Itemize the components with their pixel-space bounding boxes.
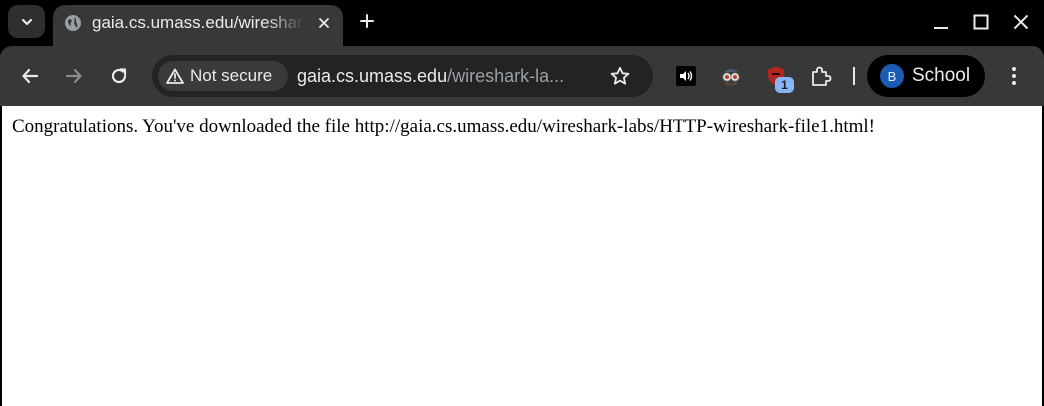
speaker-icon [676,66,696,86]
toolbar: Not secure gaia.cs.umass.edu/wireshark-l… [0,46,1044,106]
reload-button[interactable] [103,60,135,92]
active-tab[interactable]: gaia.cs.umass.edu/wireshark-labs/HTTP-wi… [53,5,343,46]
globe-icon [65,15,81,31]
tab-title: gaia.cs.umass.edu/wireshark-labs/HTTP-wi… [92,13,304,32]
extension-badge: 1 [775,77,794,93]
tab-strip: gaia.cs.umass.edu/wireshark-labs/HTTP-wi… [0,0,1044,46]
browser-window: gaia.cs.umass.edu/wireshark-labs/HTTP-wi… [0,0,1044,406]
page-text: Congratulations. You've downloaded the f… [12,116,875,137]
reload-icon [111,68,127,84]
extensions-menu-button[interactable] [807,62,835,90]
browser-menu-button[interactable] [1000,60,1028,92]
maximize-button[interactable] [964,6,998,38]
url-text[interactable]: gaia.cs.umass.edu/wireshark-la... [297,65,597,87]
close-icon [1013,14,1029,30]
star-icon [610,66,630,85]
arrow-right-icon [65,68,82,84]
url-host: gaia.cs.umass.edu [297,66,448,86]
profile-button[interactable]: B School [867,55,985,97]
minimize-button[interactable] [924,6,958,38]
address-bar[interactable]: Not secure gaia.cs.umass.edu/wireshark-l… [152,55,653,97]
back-button[interactable] [14,60,46,92]
arrow-left-icon [22,68,39,84]
forward-button[interactable] [58,60,90,92]
maximize-icon [973,14,989,30]
puzzle-icon [812,66,832,86]
warning-icon [166,68,184,84]
minimize-icon [934,27,948,29]
url-path: /wireshark-la... [447,66,565,86]
chevron-down-icon [21,18,32,25]
extension-audio-button[interactable] [672,62,700,90]
new-tab-button[interactable] [352,6,382,36]
avatar: B [880,64,904,88]
more-vertical-icon [1012,67,1016,85]
plus-icon [360,14,374,28]
page-content: Congratulations. You've downloaded the f… [2,106,1042,406]
tab-close-button[interactable] [312,11,336,35]
spy-glasses-icon [722,69,740,86]
security-chip-label: Not secure [190,66,273,85]
security-chip[interactable]: Not secure [158,61,288,91]
profile-name: School [912,65,971,86]
bookmark-button[interactable] [608,64,632,88]
toolbar-divider [853,67,855,85]
close-icon [319,18,329,28]
window-close-button[interactable] [1004,6,1038,38]
extension-goggles-button[interactable] [717,62,745,90]
tab-search-button[interactable] [8,5,45,38]
